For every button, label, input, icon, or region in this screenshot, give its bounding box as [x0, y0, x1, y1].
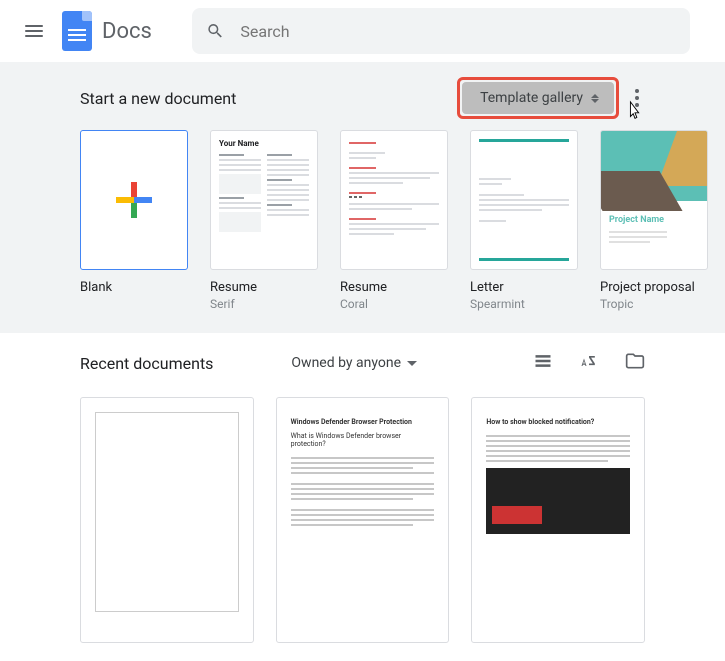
template-subtitle: Serif: [210, 297, 318, 311]
template-thumb: [470, 130, 578, 270]
search-input[interactable]: [240, 22, 675, 41]
owned-by-label: Owned by anyone: [291, 355, 401, 371]
template-title: Letter: [470, 280, 578, 295]
template-thumb: [340, 130, 448, 270]
recent-doc-card[interactable]: [80, 397, 254, 643]
docs-logo-icon: [62, 11, 92, 51]
recent-section: Recent documents Owned by anyone Windows…: [0, 333, 725, 661]
template-card-blank[interactable]: Blank: [80, 130, 188, 311]
recent-grid: Windows Defender Browser Protection What…: [80, 397, 645, 643]
more-options-button[interactable]: [629, 83, 645, 113]
template-row: Blank Your Name Resume Serif: [80, 130, 645, 311]
template-title: Blank: [80, 280, 188, 295]
template-thumb: [80, 130, 188, 270]
template-gallery-highlight: Template gallery: [457, 77, 619, 119]
templates-section: Start a new document Template gallery Bl…: [0, 62, 725, 333]
new-document-label: Start a new document: [80, 89, 236, 108]
template-subtitle: Spearmint: [470, 297, 578, 311]
template-card-letter-spearmint[interactable]: Letter Spearmint: [470, 130, 578, 311]
template-gallery-button[interactable]: Template gallery: [462, 82, 614, 114]
proposal-thumb-title: Project Name: [609, 215, 664, 225]
template-card-resume-serif[interactable]: Your Name Resume Serif: [210, 130, 318, 311]
template-gallery-label: Template gallery: [480, 90, 583, 106]
hamburger-icon: [25, 25, 43, 37]
template-thumb: Project Name: [600, 130, 708, 270]
sort-button[interactable]: [579, 351, 599, 375]
search-bar[interactable]: [192, 8, 690, 54]
recent-doc-card[interactable]: Windows Defender Browser Protection What…: [276, 397, 450, 643]
template-subtitle: Coral: [340, 297, 448, 311]
folder-icon: [625, 351, 645, 371]
plus-icon: [116, 182, 152, 218]
template-card-resume-coral[interactable]: Resume Coral: [340, 130, 448, 311]
recent-documents-label: Recent documents: [80, 354, 213, 373]
template-subtitle: Tropic: [600, 297, 708, 311]
open-file-picker-button[interactable]: [625, 351, 645, 375]
search-icon: [206, 21, 225, 41]
app-header: Docs: [0, 0, 725, 62]
recent-doc-card[interactable]: How to show blocked notification?: [471, 397, 645, 643]
main-menu-button[interactable]: [10, 7, 58, 55]
caret-down-icon: [407, 361, 417, 366]
template-title: Resume: [340, 280, 448, 295]
template-thumb: Your Name: [210, 130, 318, 270]
doc-thumb: [95, 412, 239, 612]
list-view-button[interactable]: [533, 351, 553, 375]
app-name: Docs: [102, 19, 152, 44]
video-thumbnail: [486, 468, 630, 534]
list-icon: [533, 351, 553, 371]
template-card-project-proposal[interactable]: Project Name Project proposal Tropic: [600, 130, 708, 311]
template-title: Project proposal: [600, 280, 708, 295]
template-title: Resume: [210, 280, 318, 295]
unfold-icon: [591, 94, 599, 103]
owned-by-filter[interactable]: Owned by anyone: [291, 355, 417, 371]
sort-az-icon: [579, 351, 599, 371]
